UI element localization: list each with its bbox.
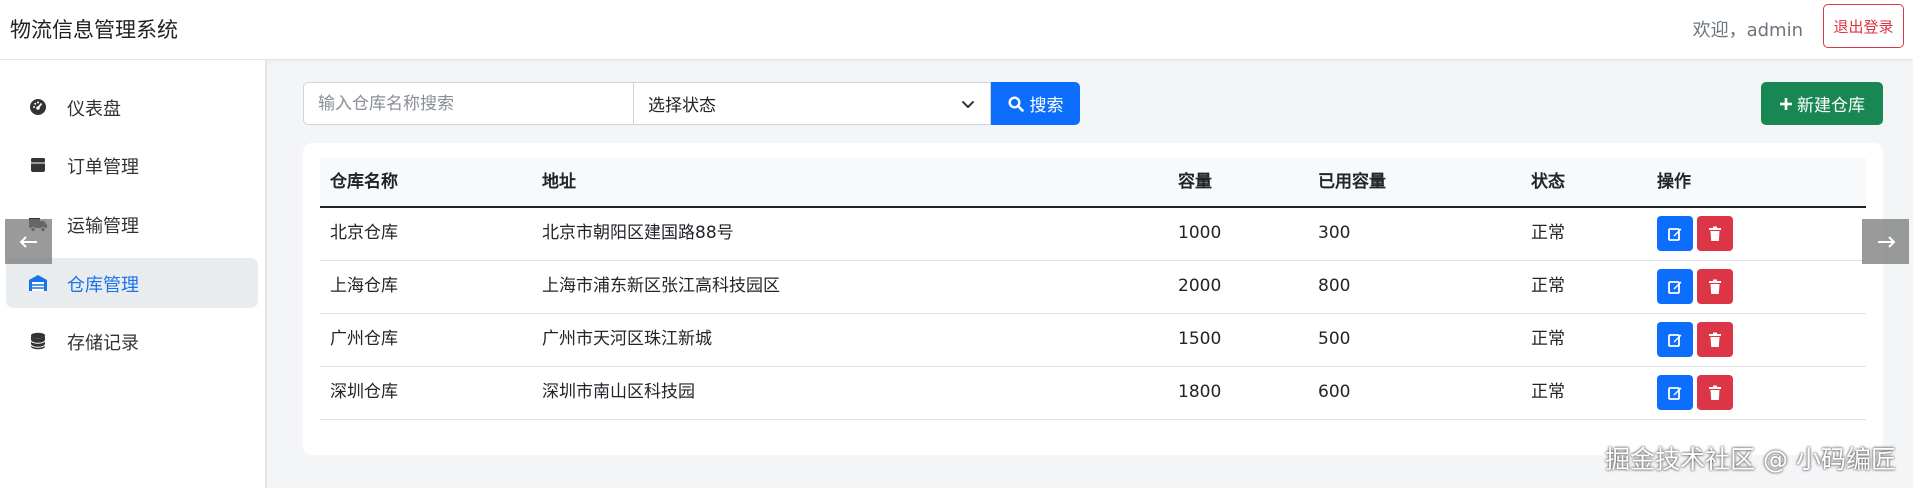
- delete-button[interactable]: [1697, 269, 1733, 304]
- cell-capacity: 1000: [1178, 223, 1222, 243]
- trash-icon: [1708, 279, 1722, 295]
- delete-button[interactable]: [1697, 322, 1733, 357]
- sidebar-item-label: 存储记录: [67, 333, 139, 354]
- sidebar: 仪表盘 订单管理 运输管理 仓库管理 存储记录: [0, 60, 267, 488]
- cell-status: 正常: [1531, 382, 1565, 402]
- cell-name: 广州仓库: [330, 329, 398, 349]
- edit-button[interactable]: [1657, 269, 1693, 304]
- arrow-right-icon: [1876, 235, 1896, 249]
- welcome-text: 欢迎，admin: [1692, 20, 1803, 41]
- cell-name: 北京仓库: [330, 223, 398, 243]
- cell-status: 正常: [1531, 223, 1565, 243]
- search-button-label: 搜索: [1029, 96, 1064, 115]
- cell-used-capacity: 500: [1318, 329, 1351, 349]
- delete-button[interactable]: [1697, 375, 1733, 410]
- cell-address: 深圳市南山区科技园: [542, 382, 695, 402]
- status-select[interactable]: 选择状态: [633, 82, 991, 125]
- table-row: 北京仓库 北京市朝阳区建国路88号 1000 300 正常: [320, 208, 1866, 261]
- table-row: 上海仓库 上海市浦东新区张江高科技园区 2000 800 正常: [320, 261, 1866, 314]
- sidebar-item-label: 仓库管理: [67, 275, 139, 296]
- top-navbar: 物流信息管理系统 欢迎，admin 退出登录: [0, 0, 1913, 60]
- column-header-used-capacity: 已用容量: [1318, 172, 1386, 192]
- trash-icon: [1708, 385, 1722, 401]
- cell-status: 正常: [1531, 276, 1565, 296]
- cell-name: 深圳仓库: [330, 382, 398, 402]
- logout-button[interactable]: 退出登录: [1823, 4, 1904, 48]
- cell-status: 正常: [1531, 329, 1565, 349]
- column-header-status: 状态: [1531, 172, 1565, 192]
- dashboard-icon: [28, 97, 48, 117]
- chevron-down-icon: [960, 96, 976, 112]
- plus-icon: [1779, 97, 1793, 111]
- cell-used-capacity: 600: [1318, 382, 1351, 402]
- cell-address: 上海市浦东新区张江高科技园区: [542, 276, 780, 296]
- edit-icon: [1667, 226, 1683, 242]
- box-icon: [28, 155, 48, 175]
- cell-capacity: 2000: [1178, 276, 1222, 296]
- next-arrow-button[interactable]: [1862, 219, 1909, 264]
- edit-button[interactable]: [1657, 375, 1693, 410]
- search-icon: [1007, 95, 1024, 112]
- column-header-actions: 操作: [1657, 172, 1691, 192]
- watermark: 掘金技术社区 @ 小码编匠: [1605, 445, 1896, 474]
- edit-icon: [1667, 279, 1683, 295]
- search-input[interactable]: [303, 82, 634, 125]
- database-icon: [28, 331, 48, 351]
- sidebar-item-label: 运输管理: [67, 216, 139, 237]
- table-row: 深圳仓库 深圳市南山区科技园 1800 600 正常: [320, 367, 1866, 420]
- table-row: 广州仓库 广州市天河区珠江新城 1500 500 正常: [320, 314, 1866, 367]
- cell-address: 广州市天河区珠江新城: [542, 329, 712, 349]
- status-select-value: 选择状态: [648, 96, 716, 116]
- warehouse-icon: [28, 273, 48, 293]
- arrow-left-icon: [19, 235, 39, 249]
- new-warehouse-button[interactable]: 新建仓库: [1761, 82, 1883, 125]
- cell-used-capacity: 800: [1318, 276, 1351, 296]
- sidebar-item-dashboard[interactable]: 仪表盘: [6, 82, 258, 132]
- app-title: 物流信息管理系统: [10, 18, 178, 42]
- edit-button[interactable]: [1657, 322, 1693, 357]
- sidebar-item-label: 仪表盘: [67, 99, 121, 120]
- column-header-name: 仓库名称: [330, 172, 398, 192]
- edit-button[interactable]: [1657, 216, 1693, 251]
- sidebar-item-label: 订单管理: [67, 157, 139, 178]
- table-header: 仓库名称 地址 容量 已用容量 状态 操作: [320, 158, 1866, 208]
- column-header-capacity: 容量: [1178, 172, 1212, 192]
- previous-arrow-button[interactable]: [5, 219, 52, 264]
- warehouse-table-card: 仓库名称 地址 容量 已用容量 状态 操作 北京仓库 北京市朝阳区建国路88号 …: [303, 143, 1883, 455]
- sidebar-item-storage-records[interactable]: 存储记录: [6, 316, 258, 366]
- cell-used-capacity: 300: [1318, 223, 1351, 243]
- cell-address: 北京市朝阳区建国路88号: [542, 223, 734, 243]
- edit-icon: [1667, 385, 1683, 401]
- cell-name: 上海仓库: [330, 276, 398, 296]
- sidebar-item-orders[interactable]: 订单管理: [6, 140, 258, 190]
- column-header-address: 地址: [542, 172, 576, 192]
- trash-icon: [1708, 332, 1722, 348]
- cell-capacity: 1800: [1178, 382, 1222, 402]
- edit-icon: [1667, 332, 1683, 348]
- delete-button[interactable]: [1697, 216, 1733, 251]
- sidebar-item-warehouse[interactable]: 仓库管理: [6, 258, 258, 308]
- cell-capacity: 1500: [1178, 329, 1222, 349]
- new-warehouse-label: 新建仓库: [1797, 96, 1865, 115]
- trash-icon: [1708, 226, 1722, 242]
- search-button[interactable]: 搜索: [991, 82, 1080, 125]
